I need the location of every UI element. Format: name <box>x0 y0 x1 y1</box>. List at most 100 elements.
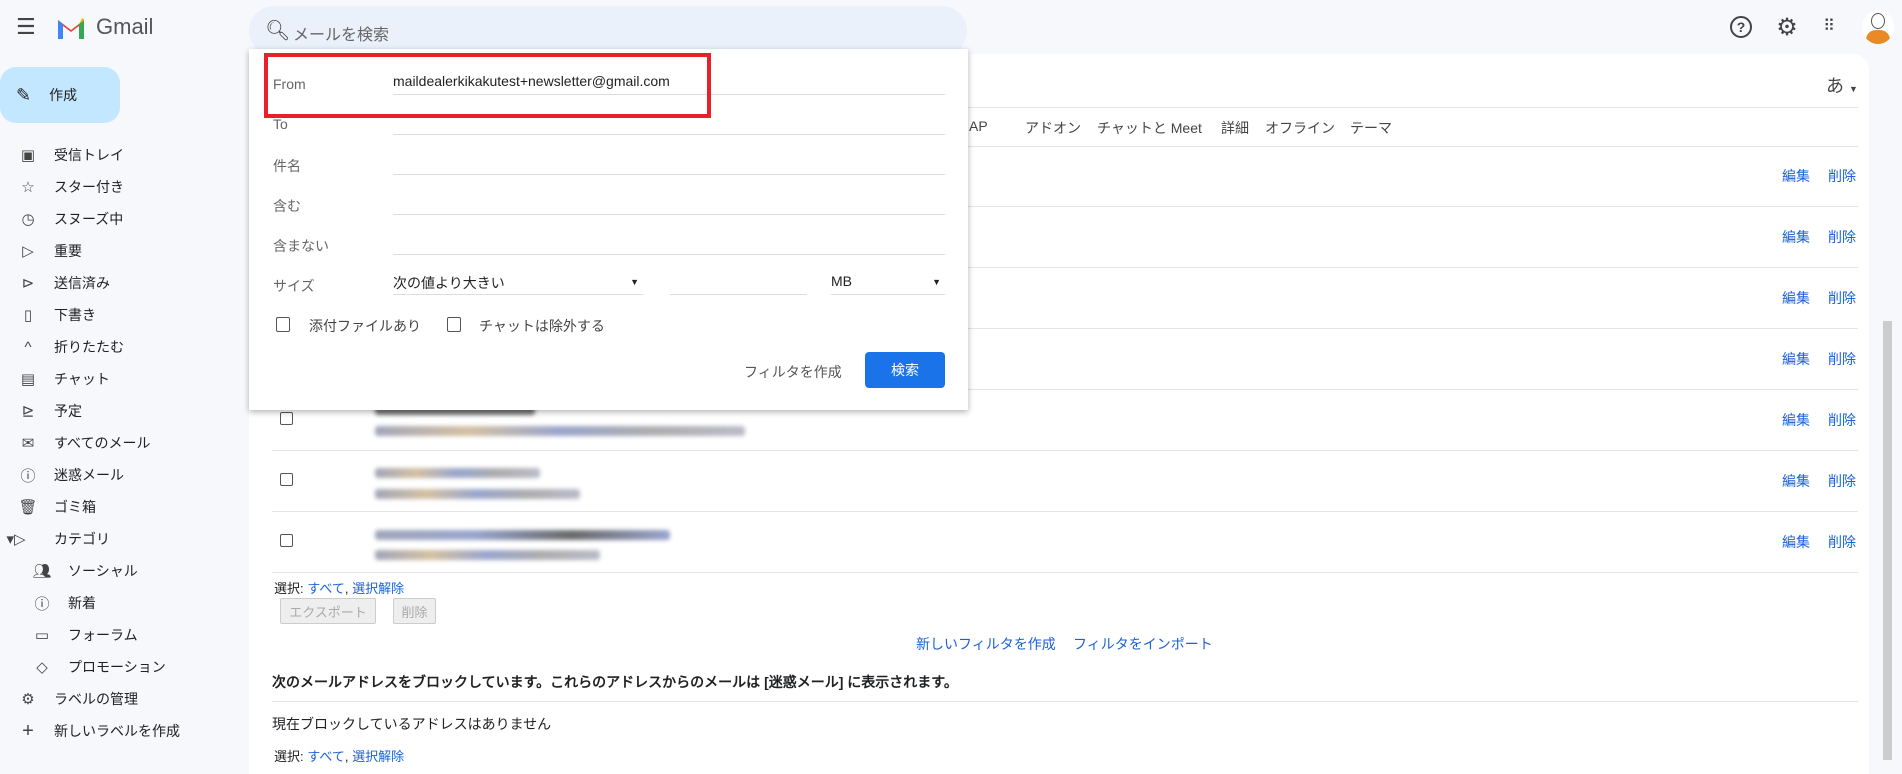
delete-link[interactable]: 削除 <box>1828 351 1856 367</box>
pencil-icon: ✎ <box>16 84 32 105</box>
blurred-text <box>375 468 540 478</box>
delete-link[interactable]: 削除 <box>1828 534 1856 550</box>
delete-link[interactable]: 削除 <box>1828 473 1856 489</box>
size-value-input[interactable] <box>670 269 807 295</box>
send-icon: ⊳ <box>21 275 35 292</box>
star-icon: ☆ <box>21 179 35 196</box>
row-checkbox[interactable] <box>280 534 293 547</box>
create-filter-button[interactable]: フィルタを作成 <box>744 362 842 382</box>
tab-chat-meet[interactable]: チャットと Meet <box>1097 118 1202 138</box>
create-filter-link[interactable]: 新しいフィルタを作成 <box>916 634 1056 654</box>
select-all-link[interactable]: すべて <box>307 581 345 596</box>
sidebar-item-snoozed[interactable]: ◷ スヌーズ中 <box>0 204 240 234</box>
edit-link[interactable]: 編集 <box>1782 412 1810 428</box>
sidebar-item-drafts[interactable]: ▯ 下書き <box>0 300 240 330</box>
sidebar-item-chat[interactable]: ▤ チャット <box>0 364 240 394</box>
has-words-input[interactable] <box>393 189 945 215</box>
delete-link[interactable]: 削除 <box>1828 412 1856 428</box>
delete-button[interactable]: 削除 <box>393 598 436 624</box>
blocked-header: 次のメールアドレスをブロックしています。これらのアドレスからのメールは [迷惑メ… <box>272 674 958 690</box>
clock-icon: ◷ <box>21 211 35 228</box>
delete-link[interactable]: 削除 <box>1828 168 1856 184</box>
caret-down-icon: ▼ <box>1849 84 1858 94</box>
edit-link[interactable]: 編集 <box>1782 290 1810 306</box>
advanced-search-dialog: From maildealerkikakutest+newsletter@gma… <box>249 49 968 410</box>
all-mail-icon: ✉ <box>21 435 35 452</box>
trash-icon: 🗑︎ <box>18 499 38 516</box>
doesnt-have-input[interactable] <box>393 229 945 255</box>
scrollbar[interactable] <box>1883 321 1892 760</box>
size-operator-select[interactable]: 次の値より大きい ▼ <box>393 269 643 295</box>
tab-offline[interactable]: オフライン <box>1265 118 1335 138</box>
sidebar-item-social[interactable]: 👥︎ ソーシャル <box>0 556 240 586</box>
sidebar-item-collapse[interactable]: ^ 折りたたむ <box>0 332 240 362</box>
select-all-link[interactable]: すべて <box>307 749 345 764</box>
doesnt-have-label: 含まない <box>273 238 329 254</box>
gear-icon: ⚙ <box>21 691 35 708</box>
people-icon: 👥︎ <box>32 563 52 580</box>
sidebar-item-new-label[interactable]: + 新しいラベルを作成 <box>0 716 240 746</box>
sidebar-item-sent[interactable]: ⊳ 送信済み <box>0 268 240 298</box>
sidebar-item-scheduled[interactable]: ⊵ 予定 <box>0 396 240 426</box>
blocked-none-text: 現在ブロックしているアドレスはありません <box>272 716 552 732</box>
sidebar-item-important[interactable]: ▷ 重要 <box>0 236 240 266</box>
sidebar-item-forums[interactable]: ▭ フォーラム <box>0 620 240 650</box>
edit-link[interactable]: 編集 <box>1782 534 1810 550</box>
select-none-link[interactable]: 選択解除 <box>352 749 404 764</box>
exclude-chats-checkbox[interactable] <box>447 317 461 332</box>
scheduled-icon: ⊵ <box>21 403 35 420</box>
info-icon: ⓘ <box>34 595 50 613</box>
subject-label: 件名 <box>273 158 301 174</box>
sidebar-item-categories[interactable]: ▾▷ カテゴリ <box>0 524 240 554</box>
sidebar-item-manage-labels[interactable]: ⚙ ラベルの管理 <box>0 684 240 714</box>
size-label: サイズ <box>273 278 315 294</box>
search-button[interactable]: 検索 <box>865 352 945 388</box>
divider <box>272 701 1858 702</box>
help-icon[interactable]: ? <box>1730 16 1752 38</box>
sidebar-item-all-mail[interactable]: ✉ すべてのメール <box>0 428 240 458</box>
size-unit-select[interactable]: MB ▼ <box>831 269 945 295</box>
highlight-box <box>264 53 711 118</box>
apps-icon[interactable]: ⠿ <box>1818 14 1838 40</box>
delete-link[interactable]: 削除 <box>1828 290 1856 306</box>
subject-input[interactable] <box>393 149 945 175</box>
tab-addons[interactable]: アドオン <box>1025 118 1081 138</box>
chat-icon: ▤ <box>20 371 36 388</box>
caret-down-icon: ▼ <box>630 277 639 287</box>
avatar[interactable] <box>1862 10 1894 44</box>
gear-icon[interactable]: ⚙ <box>1774 14 1800 41</box>
edit-link[interactable]: 編集 <box>1782 473 1810 489</box>
select-controls: 選択: すべて, 選択解除 <box>274 581 405 596</box>
search-icon[interactable]: 🔍︎ <box>265 18 290 43</box>
sidebar-item-spam[interactable]: ⓘ 迷惑メール <box>0 460 240 490</box>
row-checkbox[interactable] <box>280 473 293 486</box>
edit-link[interactable]: 編集 <box>1782 229 1810 245</box>
sidebar-item-promotions[interactable]: ◇ プロモーション <box>0 652 240 682</box>
important-icon: ▷ <box>22 243 34 260</box>
edit-link[interactable]: 編集 <box>1782 351 1810 367</box>
export-button[interactable]: エクスポート <box>280 598 376 624</box>
row-checkbox[interactable] <box>280 412 293 425</box>
edit-link[interactable]: 編集 <box>1782 168 1810 184</box>
label-icon: ▾▷ <box>6 531 26 548</box>
tag-icon: ◇ <box>36 659 48 676</box>
input-tools-button[interactable]: あ ▼ <box>1826 72 1858 98</box>
caret-down-icon: ▼ <box>932 277 941 287</box>
app-name: Gmail <box>96 14 154 39</box>
menu-icon[interactable]: ☰ <box>16 14 36 40</box>
spam-icon: ⓘ <box>20 467 36 485</box>
sidebar-item-trash[interactable]: 🗑︎ ゴミ箱 <box>0 492 240 522</box>
delete-link[interactable]: 削除 <box>1828 229 1856 245</box>
gmail-logo-icon <box>58 18 84 39</box>
select-none-link[interactable]: 選択解除 <box>352 581 404 596</box>
has-attachment-label: 添付ファイルあり <box>309 318 421 334</box>
tab-advanced[interactable]: 詳細 <box>1221 118 1249 138</box>
sidebar-item-inbox[interactable]: ▣ 受信トレイ <box>0 140 240 170</box>
import-filter-link[interactable]: フィルタをインポート <box>1073 634 1213 654</box>
compose-button[interactable]: ✎ 作成 <box>0 67 120 123</box>
has-attachment-checkbox[interactable] <box>276 317 290 332</box>
sidebar-item-starred[interactable]: ☆ スター付き <box>0 172 240 202</box>
tab-themes[interactable]: テーマ <box>1350 118 1392 138</box>
sidebar-item-updates[interactable]: ⓘ 新着 <box>0 588 240 618</box>
search-input[interactable]: メールを検索 <box>293 21 389 45</box>
